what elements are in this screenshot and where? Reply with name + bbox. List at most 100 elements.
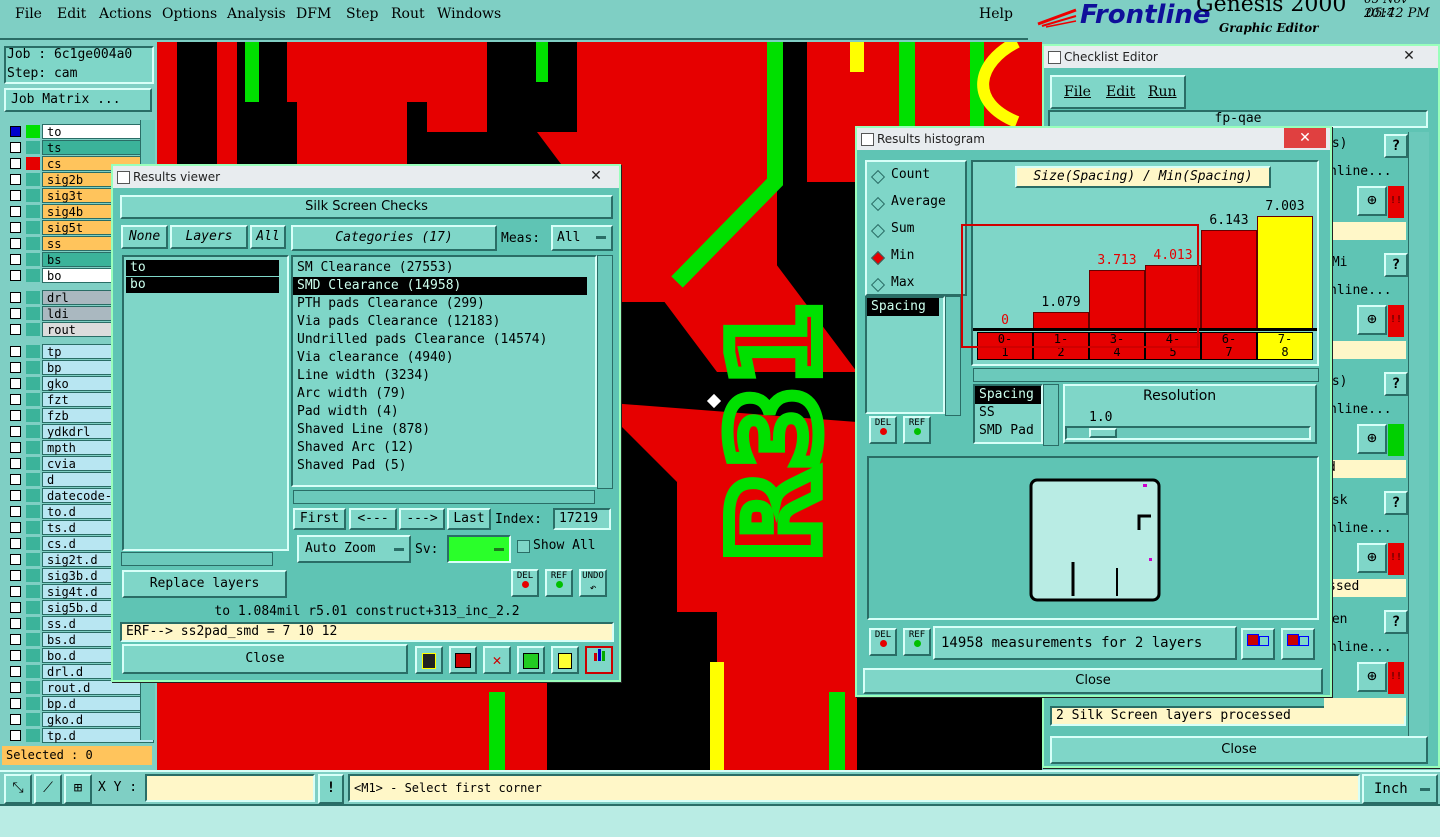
layer-row[interactable]: bp.d xyxy=(6,696,154,711)
layer-checkbox[interactable] xyxy=(10,126,21,137)
layer-checkbox[interactable] xyxy=(10,506,21,517)
rv-del-button[interactable]: DEL xyxy=(511,569,539,597)
rv-categories-button[interactable]: Categories (17) xyxy=(291,225,497,251)
rv-none-button[interactable]: None xyxy=(121,225,168,249)
question-icon[interactable]: ? xyxy=(1384,491,1408,515)
histogram-bar[interactable] xyxy=(1201,230,1257,330)
histogram-left-vscroll[interactable] xyxy=(945,296,961,416)
resolution-slider[interactable] xyxy=(1065,426,1311,440)
layer-checkbox[interactable] xyxy=(10,158,21,169)
menu-help[interactable]: Help xyxy=(979,6,1013,22)
histogram-bar[interactable] xyxy=(1257,216,1313,330)
menu-actions[interactable]: Actions xyxy=(99,6,152,22)
layer-checkbox[interactable] xyxy=(10,362,21,373)
category-cell[interactable]: 6- 7 xyxy=(1201,332,1257,360)
rv-category-item[interactable]: PTH pads Clearance (299) xyxy=(293,295,587,313)
rv-categories-vscroll[interactable] xyxy=(597,255,613,489)
checklist-row-sub[interactable]: nline... xyxy=(1329,283,1392,301)
show-all-checkbox[interactable] xyxy=(517,540,530,553)
zoom-icon[interactable]: ⊕ xyxy=(1357,186,1387,216)
menu-analysis[interactable]: Analysis xyxy=(227,6,286,22)
layer-checkbox[interactable] xyxy=(10,458,21,469)
hist-bottom-item[interactable]: Spacing xyxy=(975,386,1041,404)
index-input[interactable]: 17219 xyxy=(553,508,611,530)
layer-checkbox[interactable] xyxy=(10,292,21,303)
rv-category-item[interactable]: Shaved Pad (5) xyxy=(293,457,587,475)
layer-checkbox[interactable] xyxy=(10,682,21,693)
close-icon[interactable]: ✕ xyxy=(1284,128,1326,148)
question-icon[interactable]: ? xyxy=(1384,372,1408,396)
layer-checkbox[interactable] xyxy=(10,586,21,597)
layer-checkbox[interactable] xyxy=(10,142,21,153)
checklist-menu-file[interactable]: File xyxy=(1064,84,1091,100)
rv-category-item[interactable]: Via clearance (4940) xyxy=(293,349,587,367)
histogram-titlebar[interactable]: Results histogram ✕ xyxy=(857,128,1330,150)
hist-ref-button[interactable]: REF xyxy=(903,628,931,656)
job-matrix-button[interactable]: Job Matrix ... xyxy=(4,88,152,112)
mode-radio-count[interactable]: Count xyxy=(865,166,965,186)
layer-row[interactable]: rout.d xyxy=(6,680,154,695)
menu-step[interactable]: Step xyxy=(346,6,378,22)
checklist-row-sub[interactable]: nline... xyxy=(1329,521,1392,539)
checklist-close-button[interactable]: Close xyxy=(1050,736,1428,764)
layer-row[interactable]: ts xyxy=(6,140,154,155)
checklist-menu-edit[interactable]: Edit xyxy=(1106,84,1135,100)
layer-checkbox[interactable] xyxy=(10,426,21,437)
hist-left-item[interactable]: Spacing xyxy=(867,298,939,316)
layer-checkbox[interactable] xyxy=(10,346,21,357)
rv-tool-1-icon[interactable] xyxy=(415,646,443,674)
rv-category-item[interactable]: Arc width (79) xyxy=(293,385,587,403)
rv-category-item[interactable]: Line width (3234) xyxy=(293,367,587,385)
layer-checkbox[interactable] xyxy=(10,394,21,405)
chart-hscroll[interactable] xyxy=(973,368,1319,382)
rv-layers-hscroll[interactable] xyxy=(121,552,273,566)
layer-checkbox[interactable] xyxy=(10,324,21,335)
menu-windows[interactable]: Windows xyxy=(437,6,501,22)
alert-icon[interactable]: ! xyxy=(318,774,344,804)
layer-checkbox[interactable] xyxy=(10,410,21,421)
mode-radio-average[interactable]: Average xyxy=(865,193,965,213)
grid-icon[interactable]: ⊞ xyxy=(64,774,92,804)
checklist-row-sub[interactable]: nline... xyxy=(1329,640,1392,658)
layer-checkbox[interactable] xyxy=(10,538,21,549)
rv-meas-select[interactable]: All xyxy=(551,225,613,251)
rv-category-item[interactable]: Shaved Arc (12) xyxy=(293,439,587,457)
menu-options[interactable]: Options xyxy=(162,6,217,22)
sv-color-select[interactable] xyxy=(447,535,511,563)
rv-undo-button[interactable]: UNDO ↶ xyxy=(579,569,607,597)
question-icon[interactable]: ? xyxy=(1384,610,1408,634)
rv-ref-button[interactable]: REF xyxy=(545,569,573,597)
rv-category-item[interactable]: Pad width (4) xyxy=(293,403,587,421)
rv-tool-2-icon[interactable] xyxy=(449,646,477,674)
menu-edit[interactable]: Edit xyxy=(57,6,86,22)
replace-layers-button[interactable]: Replace layers xyxy=(122,570,287,598)
histogram-left-list[interactable]: Spacing xyxy=(865,296,945,414)
layer-checkbox[interactable] xyxy=(10,554,21,565)
layer-checkbox[interactable] xyxy=(10,634,21,645)
next-button[interactable]: ---> xyxy=(399,508,445,530)
prev-button[interactable]: <--- xyxy=(349,508,397,530)
rv-category-item[interactable]: Undrilled pads Clearance (14574) xyxy=(293,331,587,349)
layer-checkbox[interactable] xyxy=(10,698,21,709)
rv-tool-4-icon[interactable] xyxy=(517,646,545,674)
layer-checkbox[interactable] xyxy=(10,174,21,185)
menu-rout[interactable]: Rout xyxy=(391,6,425,22)
menu-file[interactable]: File xyxy=(15,6,42,22)
histogram-bottom-list[interactable]: Spacing SS SMD Pad xyxy=(973,384,1043,444)
layer-checkbox[interactable] xyxy=(10,490,21,501)
checklist-row-sub[interactable]: nline... xyxy=(1329,164,1392,182)
checklist-scrollbar[interactable] xyxy=(1408,132,1429,736)
export-icon[interactable] xyxy=(1241,628,1275,660)
layer-checkbox[interactable] xyxy=(10,442,21,453)
hist-del-top-button[interactable]: DEL xyxy=(869,416,897,444)
rv-layer-item[interactable]: bo xyxy=(126,277,279,293)
rv-category-item[interactable]: SMD Clearance (14958) xyxy=(293,277,587,295)
rv-histogram-icon[interactable] xyxy=(585,646,613,674)
question-icon[interactable]: ? xyxy=(1384,253,1408,277)
import-icon[interactable] xyxy=(1281,628,1315,660)
checklist-titlebar[interactable]: Checklist Editor ✕ xyxy=(1044,46,1438,68)
hist-bottom-item[interactable]: SS xyxy=(975,404,1041,422)
checklist-menu-run[interactable]: Run xyxy=(1148,84,1177,100)
layer-checkbox[interactable] xyxy=(10,238,21,249)
rv-close-button[interactable]: Close xyxy=(122,644,408,674)
